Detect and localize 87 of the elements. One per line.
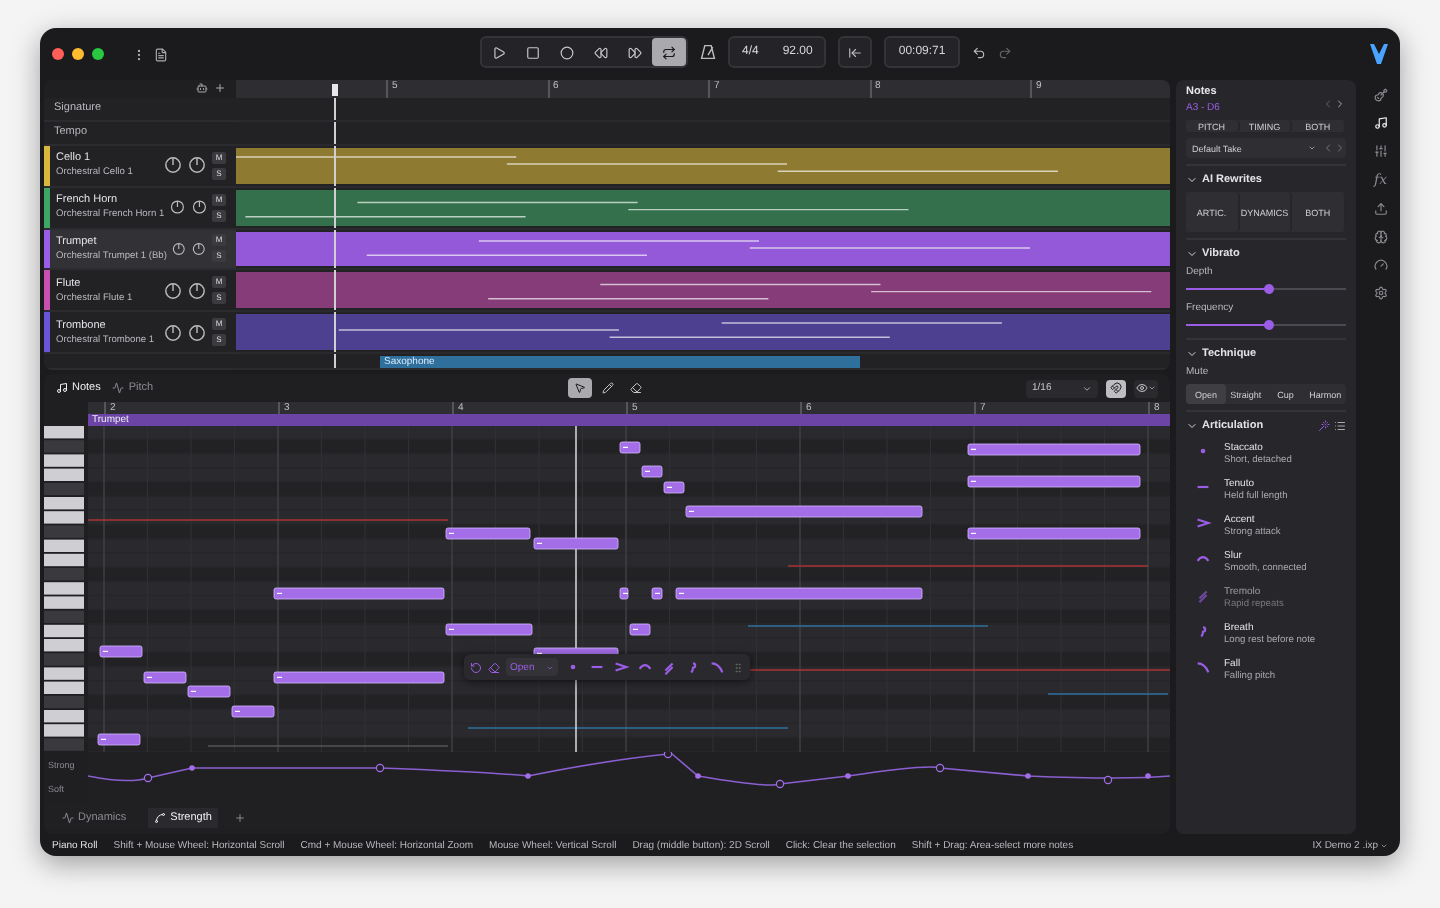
music-note-icon bbox=[56, 382, 68, 394]
ai-rail-button[interactable] bbox=[1373, 230, 1388, 244]
eraser-tool[interactable] bbox=[624, 378, 648, 398]
pitch-wave-icon bbox=[112, 382, 125, 394]
chevron-icon[interactable] bbox=[1186, 420, 1198, 432]
pointer-tool[interactable] bbox=[568, 378, 592, 398]
slider-thumb[interactable] bbox=[1263, 320, 1274, 330]
knob-icon[interactable] bbox=[172, 239, 187, 258]
chevron-icon[interactable] bbox=[1186, 348, 1198, 360]
knob-icon[interactable] bbox=[164, 156, 182, 175]
knob-icon[interactable] bbox=[164, 281, 182, 300]
tremolo-icon bbox=[1194, 586, 1212, 604]
redo-icon[interactable] bbox=[997, 45, 1012, 59]
return-start-button[interactable] bbox=[838, 36, 873, 68]
knob-icon[interactable] bbox=[188, 156, 206, 175]
piano-keyboard-drawing[interactable] bbox=[44, 426, 88, 752]
curve-icon bbox=[154, 811, 167, 823]
fall-icon bbox=[1194, 658, 1212, 676]
notes-icon bbox=[1373, 116, 1388, 130]
midi-clip[interactable] bbox=[236, 189, 1170, 225]
performance-icon bbox=[1373, 258, 1388, 272]
add-lane-icon[interactable] bbox=[233, 811, 246, 823]
knob-icon[interactable] bbox=[164, 323, 182, 342]
midi-clip[interactable] bbox=[236, 231, 1170, 267]
knob-icon[interactable] bbox=[192, 239, 206, 258]
accent-icon bbox=[1194, 514, 1212, 532]
knob-icon[interactable] bbox=[170, 198, 186, 217]
knob-icon[interactable] bbox=[191, 198, 206, 217]
chevron-icon[interactable] bbox=[1186, 174, 1198, 186]
note-block[interactable] bbox=[619, 441, 641, 454]
stop-icon bbox=[526, 45, 540, 59]
magnet-button[interactable] bbox=[1106, 379, 1126, 397]
play-icon bbox=[492, 45, 506, 59]
tremolo-icon bbox=[660, 658, 678, 676]
export-rail-button[interactable] bbox=[1373, 202, 1388, 216]
minimize-button[interactable] bbox=[72, 48, 84, 60]
pencil-icon bbox=[602, 382, 614, 394]
pointer-icon bbox=[574, 382, 586, 394]
settings-icon bbox=[1373, 286, 1388, 300]
eraser-icon[interactable] bbox=[488, 661, 500, 673]
app-logo bbox=[1370, 44, 1388, 64]
magnet-icon bbox=[1110, 382, 1122, 394]
return-start-icon bbox=[848, 45, 863, 59]
next-icon[interactable] bbox=[1333, 98, 1346, 110]
add-track-icon[interactable] bbox=[214, 82, 226, 95]
breath-icon bbox=[684, 658, 702, 676]
note-block[interactable] bbox=[663, 481, 685, 494]
notes-rail-button[interactable] bbox=[1373, 116, 1388, 130]
metronome-icon[interactable] bbox=[700, 44, 716, 60]
eraser-icon bbox=[630, 382, 642, 394]
knob-icon[interactable] bbox=[188, 281, 206, 300]
forward-icon bbox=[628, 45, 642, 59]
note-block[interactable] bbox=[641, 465, 663, 478]
rewind-icon bbox=[594, 45, 608, 59]
wave-icon bbox=[62, 811, 74, 823]
eye-icon bbox=[1136, 382, 1148, 394]
midi-clip[interactable] bbox=[236, 314, 1170, 351]
instrument-rail-button[interactable] bbox=[1373, 88, 1388, 102]
loop-icon bbox=[662, 45, 676, 59]
chevron-icon[interactable] bbox=[1186, 248, 1198, 260]
accent-icon bbox=[612, 658, 630, 676]
undo-icon[interactable] bbox=[971, 45, 986, 59]
record-icon bbox=[560, 45, 574, 59]
list-icon[interactable] bbox=[1333, 420, 1346, 432]
note-block[interactable] bbox=[619, 587, 629, 600]
close-button[interactable] bbox=[52, 48, 64, 60]
midi-clip[interactable] bbox=[236, 147, 1170, 184]
chevron-icon bbox=[1082, 383, 1092, 393]
midi-clip[interactable] bbox=[236, 272, 1170, 309]
knob-icon[interactable] bbox=[188, 323, 206, 342]
instrument-icon bbox=[1373, 88, 1388, 102]
breath-icon bbox=[1194, 622, 1212, 640]
pencil-tool[interactable] bbox=[596, 378, 620, 398]
maximize-button[interactable] bbox=[92, 48, 104, 60]
fall-icon bbox=[708, 658, 726, 676]
mixer-icon bbox=[1373, 144, 1388, 158]
mixer-rail-button[interactable] bbox=[1373, 144, 1388, 158]
note-block[interactable] bbox=[651, 587, 663, 600]
performance-rail-button[interactable] bbox=[1373, 258, 1388, 272]
reset-icon[interactable] bbox=[470, 661, 482, 673]
view-button[interactable] bbox=[1134, 379, 1158, 397]
file-icon[interactable] bbox=[154, 47, 168, 61]
export-icon bbox=[1373, 202, 1388, 216]
loop-button[interactable] bbox=[652, 38, 686, 66]
ai-icon bbox=[1373, 230, 1388, 244]
settings-rail-button[interactable] bbox=[1373, 286, 1388, 300]
slider-thumb[interactable] bbox=[1263, 284, 1274, 294]
